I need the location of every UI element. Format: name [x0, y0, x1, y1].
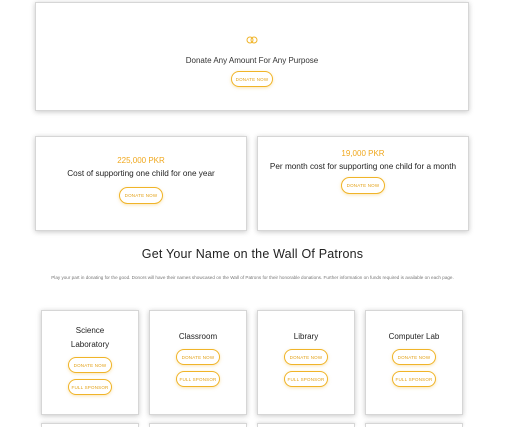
sponsorship-amount: 225,000 PKR: [117, 156, 165, 165]
donate-now-button[interactable]: DONATE NOW: [176, 349, 220, 365]
full-sponsor-button[interactable]: FULL SPONSOR: [284, 371, 328, 387]
donate-now-button[interactable]: DONATE NOW: [341, 177, 385, 194]
patron-title: Classroom: [178, 332, 218, 341]
donate-now-button[interactable]: DONATE NOW: [284, 349, 328, 365]
patron-title: Science Laboratory: [70, 326, 110, 349]
donate-now-button[interactable]: DONATE NOW: [68, 357, 112, 373]
donate-now-button[interactable]: DONATE NOW: [392, 349, 436, 365]
patron-card-science-laboratory: Science Laboratory DONATE NOW FULL SPONS…: [41, 310, 139, 415]
sponsorship-card-yearly: 225,000 PKR Cost of supporting one child…: [35, 136, 247, 231]
full-sponsor-button[interactable]: FULL SPONSOR: [392, 371, 436, 387]
patron-card-next-row: [41, 423, 139, 427]
patron-title: Library: [293, 332, 319, 341]
full-sponsor-button[interactable]: FULL SPONSOR: [68, 379, 112, 395]
full-sponsor-button[interactable]: FULL SPONSOR: [176, 371, 220, 387]
wall-description: Play your part in donating for the good.…: [51, 275, 454, 280]
rings-icon: [246, 31, 258, 49]
patron-card-next-row: [257, 423, 355, 427]
general-donation-card: Donate Any Amount For Any Purpose DONATE…: [35, 2, 469, 111]
general-donation-title: Donate Any Amount For Any Purpose: [185, 56, 319, 65]
donate-now-button[interactable]: DONATE NOW: [231, 71, 273, 87]
donate-now-button[interactable]: DONATE NOW: [119, 187, 163, 204]
patron-card-library: Library DONATE NOW FULL SPONSOR: [257, 310, 355, 415]
patron-title: Computer Lab: [388, 332, 440, 341]
sponsorship-card-monthly: 19,000 PKR Per month cost for supporting…: [257, 136, 469, 231]
patron-card-classroom: Classroom DONATE NOW FULL SPONSOR: [149, 310, 247, 415]
wall-heading: Get Your Name on the Wall Of Patrons: [141, 247, 364, 261]
patron-card-next-row: [149, 423, 247, 427]
patron-card-next-row: [365, 423, 463, 427]
sponsorship-amount: 19,000 PKR: [341, 149, 385, 158]
sponsorship-description: Per month cost for supporting one child …: [269, 162, 457, 171]
sponsorship-description: Cost of supporting one child for one yea…: [67, 169, 215, 178]
patron-card-computer-lab: Computer Lab DONATE NOW FULL SPONSOR: [365, 310, 463, 415]
